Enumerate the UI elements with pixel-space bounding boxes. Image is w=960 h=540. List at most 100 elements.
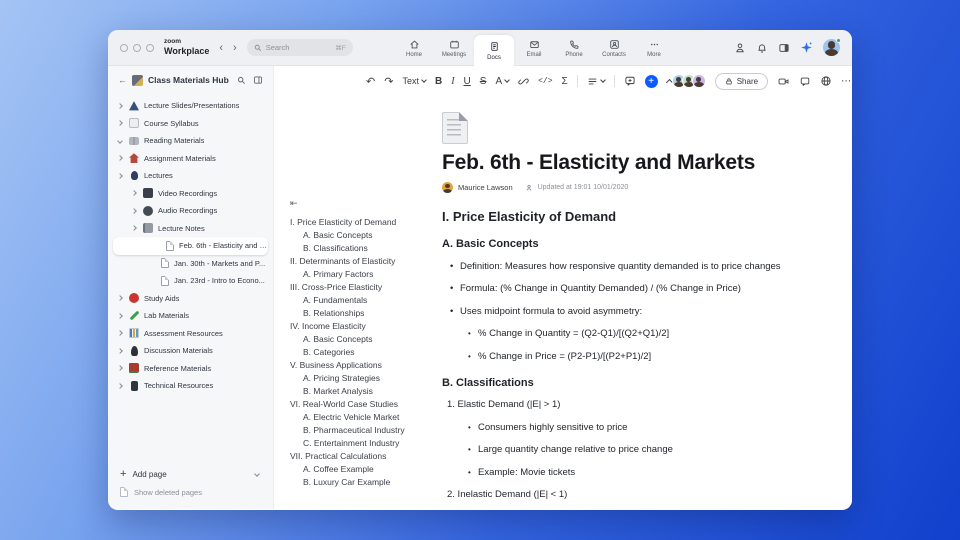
ai-companion-icon[interactable] bbox=[800, 41, 813, 54]
search-input[interactable] bbox=[265, 43, 318, 52]
sidebar-item-jan-23rd-intro-to-econo[interactable]: Jan. 23rd - Intro to Econo... bbox=[108, 272, 273, 290]
outline-item-b-market-analysis[interactable]: B. Market Analysis bbox=[290, 385, 440, 398]
close-window-icon[interactable] bbox=[120, 43, 128, 52]
sidebar-back-icon[interactable]: ← bbox=[118, 75, 127, 85]
sidebar-item-lecture-slides-presentations[interactable]: Lecture Slides/Presentations bbox=[108, 97, 273, 115]
tab-docs[interactable]: Docs bbox=[474, 35, 514, 66]
doc-text[interactable]: Uses midpoint formula to avoid asymmetry… bbox=[442, 306, 816, 318]
document-title[interactable]: Feb. 6th - Elasticity and Markets bbox=[442, 151, 816, 175]
chevron-right-icon[interactable] bbox=[131, 225, 137, 232]
sidebar-item-reading-materials[interactable]: Reading Materials bbox=[108, 132, 273, 150]
collapse-outline-icon[interactable]: ⇤ bbox=[290, 198, 440, 209]
chevron-right-icon[interactable] bbox=[117, 365, 123, 372]
text-style-dropdown[interactable]: Text bbox=[402, 76, 427, 86]
doc-heading[interactable]: B. Classifications bbox=[442, 377, 816, 389]
tab-more[interactable]: More bbox=[634, 30, 674, 66]
outline-item-i-price-elasticity-of-demand[interactable]: I. Price Elasticity of Demand bbox=[290, 216, 440, 229]
sidebar-item-assignment-materials[interactable]: Assignment Materials bbox=[108, 150, 273, 168]
outline-item-iii-cross-price-elasticity[interactable]: III. Cross-Price Elasticity bbox=[290, 281, 440, 294]
sidebar-item-feb-6th-elasticity-and-m[interactable]: Feb. 6th - Elasticity and M... bbox=[113, 237, 268, 255]
outline-item-a-primary-factors[interactable]: A. Primary Factors bbox=[290, 268, 440, 281]
chevron-right-icon[interactable] bbox=[117, 102, 123, 109]
sidebar-item-jan-30th-markets-and-p[interactable]: Jan. 30th - Markets and P... bbox=[108, 255, 273, 273]
underline-button[interactable]: U bbox=[464, 76, 471, 87]
undo-icon[interactable]: ↶ bbox=[366, 75, 375, 88]
tab-email[interactable]: Email bbox=[514, 30, 554, 66]
tab-phone[interactable]: Phone bbox=[554, 30, 594, 66]
video-camera-icon[interactable] bbox=[777, 76, 790, 87]
more-options-icon[interactable]: ⋯ bbox=[841, 76, 852, 87]
outline-item-b-luxury-car-example[interactable]: B. Luxury Car Example bbox=[290, 476, 440, 489]
outline-item-a-basic-concepts[interactable]: A. Basic Concepts bbox=[290, 333, 440, 346]
document-editor[interactable]: Feb. 6th - Elasticity and Markets Mauric… bbox=[442, 96, 816, 501]
globe-icon[interactable] bbox=[820, 75, 832, 87]
chevron-right-icon[interactable] bbox=[117, 172, 123, 179]
panel-layout-icon[interactable] bbox=[778, 42, 790, 54]
nav-back-icon[interactable]: ‹ bbox=[219, 42, 223, 54]
outline-item-vi-real-world-case-studies[interactable]: VI. Real-World Case Studies bbox=[290, 398, 440, 411]
sidebar-item-assessment-resources[interactable]: Assessment Resources bbox=[108, 325, 273, 343]
outline-item-a-coffee-example[interactable]: A. Coffee Example bbox=[290, 463, 440, 476]
outline-item-v-business-applications[interactable]: V. Business Applications bbox=[290, 359, 440, 372]
global-search[interactable]: ⌘F bbox=[246, 39, 353, 56]
chevron-right-icon[interactable] bbox=[131, 190, 137, 197]
outline-item-c-entertainment-industry[interactable]: C. Entertainment Industry bbox=[290, 437, 440, 450]
doc-text[interactable]: 1. Elastic Demand (|E| > 1) bbox=[442, 399, 816, 411]
outline-item-b-relationships[interactable]: B. Relationships bbox=[290, 307, 440, 320]
doc-text[interactable]: 2. Inelastic Demand (|E| < 1) bbox=[442, 489, 816, 501]
maximize-window-icon[interactable] bbox=[146, 43, 154, 52]
outline-item-a-basic-concepts[interactable]: A. Basic Concepts bbox=[290, 229, 440, 242]
link-icon[interactable] bbox=[518, 76, 529, 87]
equation-button[interactable]: Σ bbox=[562, 76, 568, 87]
tab-contacts[interactable]: Contacts bbox=[594, 30, 634, 66]
outline-item-iv-income-elasticity[interactable]: IV. Income Elasticity bbox=[290, 320, 440, 333]
chevron-down-icon[interactable] bbox=[254, 471, 260, 477]
sidebar-item-lectures[interactable]: Lectures bbox=[108, 167, 273, 185]
outline-item-a-fundamentals[interactable]: A. Fundamentals bbox=[290, 294, 440, 307]
sidebar-panel-icon[interactable] bbox=[253, 75, 263, 85]
comment-icon[interactable] bbox=[624, 75, 636, 87]
doc-heading[interactable]: A. Basic Concepts bbox=[442, 238, 816, 250]
doc-heading[interactable]: I. Price Elasticity of Demand bbox=[442, 209, 816, 224]
bold-button[interactable]: B bbox=[435, 76, 442, 87]
user-icon[interactable] bbox=[734, 42, 746, 54]
chevron-right-icon[interactable] bbox=[117, 330, 123, 337]
window-controls[interactable] bbox=[120, 43, 154, 52]
outline-item-b-classifications[interactable]: B. Classifications bbox=[290, 242, 440, 255]
collaborator-avatars[interactable] bbox=[671, 74, 706, 88]
doc-text[interactable]: Formula: (% Change in Quantity Demanded)… bbox=[442, 283, 816, 295]
sidebar-item-technical-resources[interactable]: Technical Resources bbox=[108, 377, 273, 395]
outline-item-vii-practical-calculations[interactable]: VII. Practical Calculations bbox=[290, 450, 440, 463]
code-button[interactable]: </> bbox=[538, 77, 552, 86]
chevron-right-icon[interactable] bbox=[117, 382, 123, 389]
notifications-bell-icon[interactable] bbox=[756, 42, 768, 54]
doc-text[interactable]: Large quantity change relative to price … bbox=[442, 444, 816, 456]
minimize-window-icon[interactable] bbox=[133, 43, 141, 52]
list-format-dropdown[interactable] bbox=[587, 76, 606, 87]
outline-item-a-pricing-strategies[interactable]: A. Pricing Strategies bbox=[290, 372, 440, 385]
sidebar-item-discussion-materials[interactable]: Discussion Materials bbox=[108, 342, 273, 360]
tab-meetings[interactable]: Meetings bbox=[434, 30, 474, 66]
tab-home[interactable]: Home bbox=[394, 30, 434, 66]
doc-text[interactable]: % Change in Price = (P2-P1)/[(P2+P1)/2] bbox=[442, 351, 816, 363]
nav-forward-icon[interactable]: › bbox=[233, 42, 237, 54]
chevron-down-icon[interactable] bbox=[117, 137, 123, 144]
text-color-button[interactable]: A bbox=[495, 76, 510, 87]
document-body[interactable]: I. Price Elasticity of Demand A. Basic Co… bbox=[442, 209, 816, 501]
sidebar-item-video-recordings[interactable]: Video Recordings bbox=[108, 185, 273, 203]
outline-item-ii-determinants-of-elasticity[interactable]: II. Determinants of Elasticity bbox=[290, 255, 440, 268]
sidebar-search-icon[interactable] bbox=[237, 76, 246, 85]
doc-text[interactable]: Definition: Measures how responsive quan… bbox=[442, 261, 816, 273]
insert-plus-button[interactable]: + bbox=[644, 74, 658, 88]
doc-text[interactable]: Example: Movie tickets bbox=[442, 467, 816, 479]
outline-item-a-electric-vehicle-market[interactable]: A. Electric Vehicle Market bbox=[290, 411, 440, 424]
italic-button[interactable]: I bbox=[451, 76, 454, 87]
sidebar-item-reference-materials[interactable]: Reference Materials bbox=[108, 360, 273, 378]
sidebar-item-lab-materials[interactable]: Lab Materials bbox=[108, 307, 273, 325]
redo-icon[interactable]: ↷ bbox=[384, 75, 393, 88]
doc-text[interactable]: Consumers highly sensitive to price bbox=[442, 422, 816, 434]
chevron-right-icon[interactable] bbox=[117, 120, 123, 127]
chat-icon[interactable] bbox=[799, 76, 811, 87]
chevron-right-icon[interactable] bbox=[117, 312, 123, 319]
share-button[interactable]: Share bbox=[714, 72, 769, 90]
